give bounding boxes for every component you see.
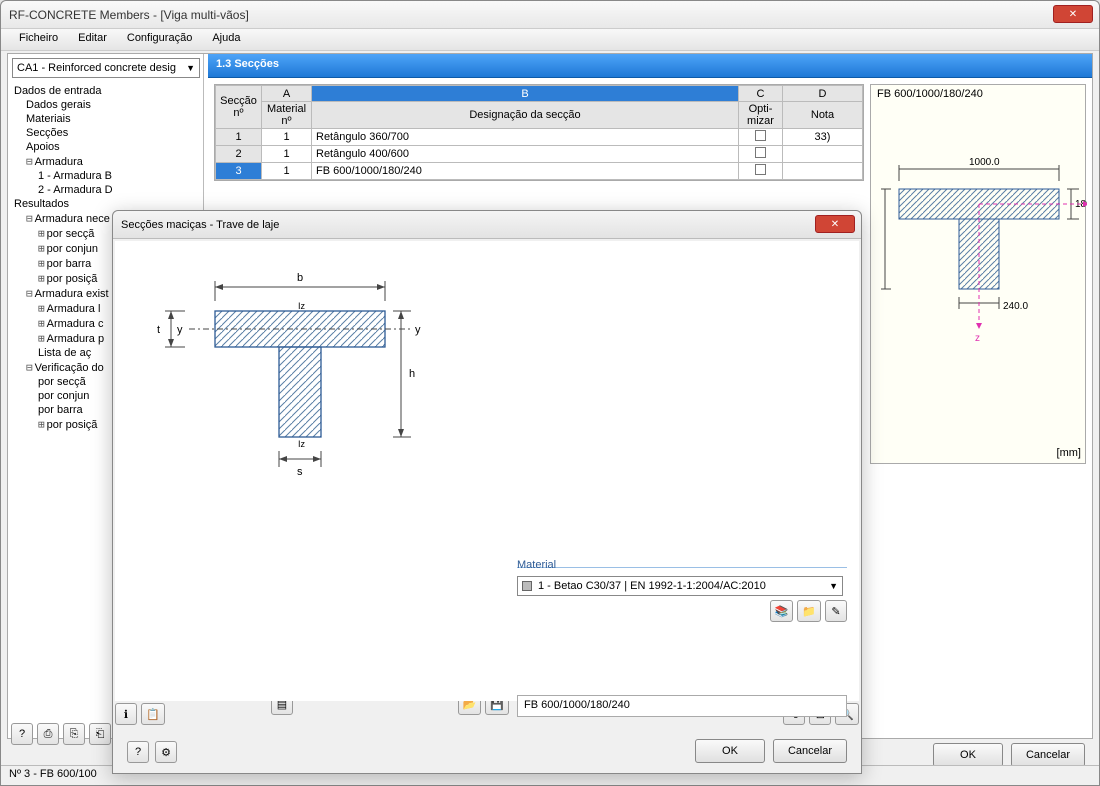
tree-armadura-d[interactable]: 2 - Armadura D: [8, 183, 203, 197]
table-row[interactable]: 2 1 Retângulo 400/600: [216, 146, 863, 163]
col-A: A: [262, 86, 312, 102]
toolbar-button-1[interactable]: ⎙: [37, 723, 59, 745]
section-preview: FB 600/1000/180/240 1000.0 180.0 600.0 2…: [870, 84, 1086, 464]
dialog-buttons: OK Cancelar: [695, 739, 847, 763]
dialog-title: Secções maciças - Trave de laje: [121, 219, 279, 231]
main-titlebar[interactable]: RF-CONCRETE Members - [Viga multi-vãos] …: [1, 1, 1099, 29]
preview-label: FB 600/1000/180/240: [877, 88, 983, 100]
preview-drawing: 1000.0 180.0 600.0 240.0 y z: [871, 109, 1087, 449]
preview-unit: [mm]: [1057, 447, 1081, 459]
dialog-ok-button[interactable]: OK: [695, 739, 765, 763]
svg-text:Iz: Iz: [298, 439, 306, 449]
material-library-button[interactable]: 📚: [770, 600, 794, 622]
dialog-help-button[interactable]: ?: [127, 741, 149, 763]
menu-edit[interactable]: Editar: [68, 29, 117, 50]
main-close-button[interactable]: ✕: [1053, 5, 1093, 23]
menu-help[interactable]: Ajuda: [202, 29, 250, 50]
svg-text:b: b: [297, 272, 303, 284]
material-edit-button[interactable]: ✎: [825, 600, 847, 622]
menu-bar: Ficheiro Editar Configuração Ajuda: [1, 29, 1099, 51]
col-C: C: [739, 86, 783, 102]
svg-text:Iz: Iz: [298, 301, 306, 311]
group-material: Material 1 - Betao C30/37 | EN 1992-1-1:…: [517, 567, 847, 641]
tree-armadura[interactable]: ⊟Armadura: [8, 154, 203, 169]
table-row-selected[interactable]: 3 1 FB 600/1000/180/240: [216, 163, 863, 180]
col-optimize: Opti- mizar: [739, 102, 783, 129]
svg-text:1000.0: 1000.0: [969, 157, 1000, 168]
tree-resultados[interactable]: Resultados: [8, 197, 203, 211]
dialog-left-buttons: ? ⚙: [127, 741, 177, 763]
material-new-button[interactable]: 📁: [797, 600, 821, 622]
dialog-cancel-button[interactable]: Cancelar: [773, 739, 847, 763]
checkbox-icon[interactable]: [755, 147, 766, 158]
main-cancel-button[interactable]: Cancelar: [1011, 743, 1085, 767]
svg-text:z: z: [975, 333, 980, 344]
material-combo[interactable]: 1 - Betao C30/37 | EN 1992-1-1:2004/AC:2…: [517, 576, 843, 596]
dialog-body: Tipo de secção: [113, 239, 861, 729]
sections-table: Secção nº A B C D Material nº Designação…: [214, 84, 864, 181]
col-designation: Designação da secção: [312, 102, 739, 129]
tree-materiais[interactable]: Materiais: [8, 112, 203, 126]
app-title: RF-CONCRETE Members - [Viga multi-vãos]: [9, 8, 249, 22]
col-note: Nota: [783, 102, 863, 129]
tree-dados-gerais[interactable]: Dados gerais: [8, 98, 203, 112]
tree-apoios[interactable]: Apoios: [8, 140, 203, 154]
svg-text:600.0: 600.0: [871, 219, 874, 244]
chevron-down-icon: ▼: [186, 63, 195, 73]
svg-text:y: y: [177, 324, 183, 336]
designation-field[interactable]: FB 600/1000/180/240: [517, 695, 847, 717]
toolbar-button-3[interactable]: ⎗: [89, 723, 111, 745]
dialog-close-button[interactable]: ✕: [815, 215, 855, 233]
svg-text:h: h: [409, 368, 415, 380]
col-section-no: Secção nº: [216, 86, 262, 129]
material-swatch-icon: [522, 581, 532, 591]
svg-text:s: s: [297, 466, 303, 478]
dialog-options-button[interactable]: ⚙: [155, 741, 177, 763]
case-combo[interactable]: CA1 - Reinforced concrete desig▼: [12, 58, 200, 78]
checkbox-icon[interactable]: [755, 164, 766, 175]
preview-info-button[interactable]: ℹ: [115, 703, 137, 725]
help-button[interactable]: ?: [11, 723, 33, 745]
menu-file[interactable]: Ficheiro: [9, 29, 68, 50]
svg-text:t: t: [157, 324, 160, 336]
col-B: B: [312, 86, 739, 102]
section-dialog: Secções maciças - Trave de laje ✕ Tipo d…: [112, 210, 862, 774]
tree-seccoes[interactable]: Secções: [8, 126, 203, 140]
toolbar-button-2[interactable]: ⎘: [63, 723, 85, 745]
chevron-down-icon: ▼: [829, 581, 838, 591]
svg-text:240.0: 240.0: [1003, 301, 1028, 312]
col-D: D: [783, 86, 863, 102]
main-ok-button[interactable]: OK: [933, 743, 1003, 767]
table-row[interactable]: 1 1 Retângulo 360/700 33): [216, 129, 863, 146]
svg-text:y: y: [415, 324, 421, 336]
dialog-preview: b t h s Iz Iz y y: [123, 249, 453, 549]
menu-config[interactable]: Configuração: [117, 29, 202, 50]
toolbar-bottom: ? ⎙ ⎘ ⎗: [11, 723, 111, 745]
sections-header: 1.3 Secções: [208, 54, 1092, 78]
preview-copy-button[interactable]: 📋: [141, 703, 165, 725]
checkbox-icon[interactable]: [755, 130, 766, 141]
dialog-preview-drawing: b t h s Iz Iz y y: [115, 241, 441, 509]
dialog-titlebar[interactable]: Secções maciças - Trave de laje ✕: [113, 211, 861, 239]
col-material: Material nº: [262, 102, 312, 129]
tree-dados-entrada[interactable]: Dados de entrada: [8, 84, 203, 98]
main-button-row: OK Cancelar: [933, 743, 1085, 767]
tree-armadura-b[interactable]: 1 - Armadura B: [8, 169, 203, 183]
